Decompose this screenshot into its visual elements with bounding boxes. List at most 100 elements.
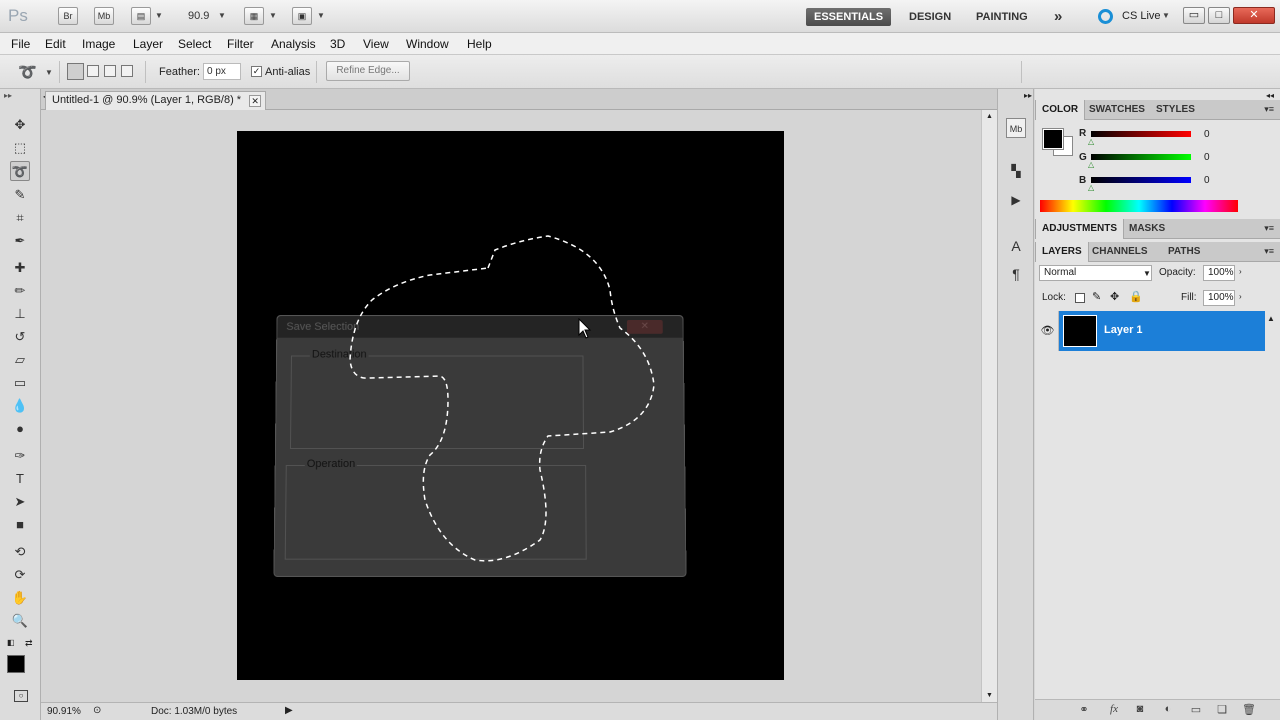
zoom-level[interactable]: 90.9 bbox=[188, 10, 209, 22]
vertical-scrollbar[interactable]: ▲ ▼ bbox=[981, 110, 997, 702]
scroll-up-icon[interactable]: ▲ bbox=[986, 113, 993, 120]
history-panel-icon[interactable]: ▚ bbox=[1006, 161, 1026, 181]
blur-tool-icon[interactable]: 💧 bbox=[10, 396, 30, 416]
menu-view[interactable]: View bbox=[363, 37, 389, 51]
default-colors-icon[interactable]: ◧ bbox=[7, 638, 15, 647]
green-slider[interactable] bbox=[1091, 154, 1191, 160]
pen-tool-icon[interactable]: ✑ bbox=[10, 446, 30, 466]
opacity-input[interactable]: 100% bbox=[1203, 265, 1235, 281]
blend-mode-select[interactable]: Normal bbox=[1039, 265, 1152, 281]
workspace-design[interactable]: DESIGN bbox=[901, 8, 959, 26]
chevron-right-icon[interactable]: › bbox=[1239, 267, 1242, 276]
character-panel-icon[interactable]: A bbox=[1006, 236, 1026, 256]
hand-tool-icon[interactable]: ✋ bbox=[10, 588, 30, 608]
chevron-down-icon[interactable]: ▼ bbox=[45, 68, 53, 77]
arrange-documents-icon[interactable]: ▦ bbox=[244, 7, 264, 25]
actions-panel-icon[interactable]: ▶ bbox=[1006, 190, 1026, 210]
adjustment-layer-icon[interactable]: ◐ bbox=[1159, 703, 1177, 715]
mini-bridge-button[interactable]: Mb bbox=[94, 7, 114, 25]
menu-filter[interactable]: Filter bbox=[227, 37, 254, 51]
tab-swatches[interactable]: SWATCHES bbox=[1083, 100, 1151, 120]
delete-layer-icon[interactable]: 🗑 bbox=[1240, 703, 1258, 716]
new-selection-icon[interactable] bbox=[67, 63, 84, 80]
feather-input[interactable]: 0 px bbox=[203, 63, 241, 80]
red-slider[interactable] bbox=[1091, 131, 1191, 137]
refine-edge-button[interactable]: Refine Edge... bbox=[326, 61, 410, 81]
lock-all-icon[interactable]: 🔒 bbox=[1129, 290, 1143, 303]
menu-file[interactable]: File bbox=[11, 37, 30, 51]
intersect-selection-icon[interactable] bbox=[121, 65, 133, 77]
blue-value[interactable]: 0 bbox=[1204, 175, 1210, 186]
link-layers-icon[interactable]: ⚭ bbox=[1075, 703, 1093, 716]
collapse-panel-icon[interactable]: ▸▸ bbox=[1024, 91, 1032, 100]
lock-pixels-icon[interactable]: ✎ bbox=[1092, 290, 1101, 303]
close-tab-icon[interactable]: ✕ bbox=[249, 95, 262, 107]
layer-row[interactable]: 👁 Layer 1 bbox=[1037, 311, 1265, 351]
tab-layers[interactable]: LAYERS bbox=[1035, 242, 1089, 262]
eraser-tool-icon[interactable]: ▱ bbox=[10, 350, 30, 370]
quick-mask-icon[interactable]: ○ bbox=[14, 690, 28, 702]
menu-select[interactable]: Select bbox=[178, 37, 211, 51]
path-select-tool-icon[interactable]: ➤ bbox=[10, 492, 30, 512]
collapse-panel-icon[interactable]: ▸▸ bbox=[4, 91, 12, 100]
workspace-essentials[interactable]: ESSENTIALS bbox=[806, 8, 892, 26]
lasso-preset-icon[interactable]: ➰ bbox=[18, 63, 37, 81]
new-group-icon[interactable]: ▭ bbox=[1187, 703, 1205, 716]
menu-edit[interactable]: Edit bbox=[45, 37, 66, 51]
new-layer-icon[interactable]: ❏ bbox=[1213, 703, 1231, 716]
panel-menu-icon[interactable]: ▾≡ bbox=[1264, 223, 1274, 234]
menu-help[interactable]: Help bbox=[467, 37, 492, 51]
status-menu-arrow-icon[interactable]: ▶ bbox=[285, 705, 293, 716]
layer-mask-icon[interactable]: ◙ bbox=[1131, 703, 1149, 715]
history-brush-tool-icon[interactable]: ↺ bbox=[10, 327, 30, 347]
gradient-tool-icon[interactable]: ▭ bbox=[10, 373, 30, 393]
green-value[interactable]: 0 bbox=[1204, 152, 1210, 163]
subtract-from-selection-icon[interactable] bbox=[104, 65, 116, 77]
chevron-down-icon[interactable]: ▼ bbox=[155, 11, 163, 20]
3d-rotate-tool-icon[interactable]: ⟲ bbox=[10, 542, 30, 562]
layer-name[interactable]: Layer 1 bbox=[1104, 324, 1143, 336]
quick-select-tool-icon[interactable]: ✎ bbox=[10, 185, 30, 205]
workspace-painting[interactable]: PAINTING bbox=[968, 8, 1036, 26]
paragraph-panel-icon[interactable]: ¶ bbox=[1006, 264, 1026, 284]
collapse-panel-icon[interactable]: ◂◂ bbox=[1266, 91, 1274, 100]
healing-brush-tool-icon[interactable]: ✚ bbox=[10, 258, 30, 278]
scroll-up-icon[interactable]: ▲ bbox=[1267, 314, 1275, 323]
swap-colors-icon[interactable]: ⇄ bbox=[25, 638, 33, 649]
mini-bridge-panel-icon[interactable]: Mb bbox=[1006, 118, 1026, 138]
menu-image[interactable]: Image bbox=[82, 37, 115, 51]
zoom-tool-icon[interactable]: 🔍 bbox=[10, 611, 30, 631]
status-zoom[interactable]: 90.91% bbox=[47, 706, 81, 717]
bridge-button[interactable]: Br bbox=[58, 7, 78, 25]
screen-mode-icon[interactable]: ▣ bbox=[292, 7, 312, 25]
scroll-down-icon[interactable]: ▼ bbox=[986, 692, 993, 699]
maximize-button[interactable]: □ bbox=[1208, 7, 1230, 24]
3d-orbit-tool-icon[interactable]: ⟳ bbox=[10, 565, 30, 585]
close-button[interactable]: ✕ bbox=[1233, 7, 1275, 24]
chevron-down-icon[interactable]: ▼ bbox=[218, 11, 226, 20]
tab-color[interactable]: COLOR bbox=[1035, 100, 1086, 120]
lock-position-icon[interactable]: ✥ bbox=[1110, 290, 1119, 303]
dodge-tool-icon[interactable]: ● bbox=[10, 419, 30, 439]
slider-thumb-icon[interactable]: △ bbox=[1088, 183, 1094, 192]
tab-styles[interactable]: STYLES bbox=[1150, 100, 1201, 120]
lasso-tool-icon[interactable]: ➰ bbox=[10, 161, 30, 181]
foreground-color-swatch[interactable] bbox=[7, 655, 25, 673]
move-tool-icon[interactable]: ✥ bbox=[10, 115, 30, 135]
shape-tool-icon[interactable]: ■ bbox=[10, 515, 30, 535]
red-value[interactable]: 0 bbox=[1204, 129, 1210, 140]
slider-thumb-icon[interactable]: △ bbox=[1088, 137, 1094, 146]
tab-adjustments[interactable]: ADJUSTMENTS bbox=[1035, 219, 1125, 239]
fill-input[interactable]: 100% bbox=[1203, 290, 1235, 306]
chevron-right-icon[interactable]: › bbox=[1239, 292, 1242, 301]
menu-layer[interactable]: Layer bbox=[133, 37, 163, 51]
chevron-down-icon[interactable]: ▼ bbox=[1162, 11, 1170, 20]
tab-masks[interactable]: MASKS bbox=[1123, 219, 1171, 239]
workspace-overflow-icon[interactable]: » bbox=[1046, 8, 1070, 26]
foreground-color-swatch[interactable] bbox=[1042, 128, 1064, 150]
menu-3d[interactable]: 3D bbox=[330, 37, 345, 51]
antialias-checkbox[interactable]: ✓ bbox=[251, 66, 262, 77]
tab-channels[interactable]: CHANNELS bbox=[1086, 242, 1154, 262]
color-spectrum-ramp[interactable] bbox=[1040, 200, 1238, 212]
tab-paths[interactable]: PATHS bbox=[1162, 242, 1206, 262]
